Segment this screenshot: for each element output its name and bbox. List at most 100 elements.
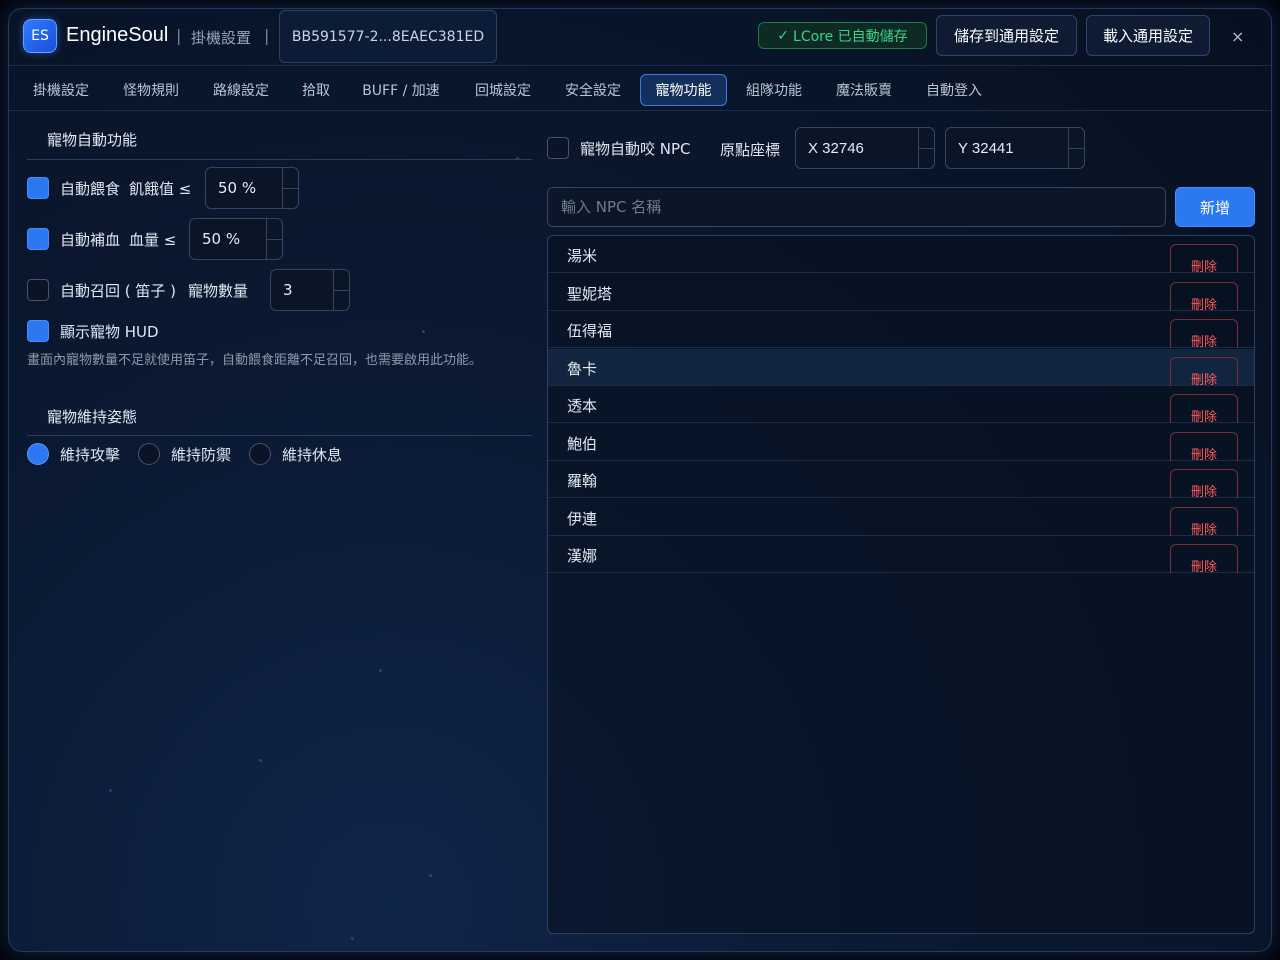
delete-npc-button[interactable]: 刪除: [1170, 244, 1238, 273]
page-title: 掛機設置: [191, 29, 252, 47]
npc-name: 伊連: [567, 510, 598, 528]
tab-pet-functions[interactable]: 寵物功能: [640, 74, 727, 106]
origin-x-value: X 32746: [808, 139, 864, 157]
stepper-arrows[interactable]: [266, 219, 282, 259]
delete-npc-button[interactable]: 刪除: [1170, 319, 1238, 348]
check-icon: ✓: [777, 27, 790, 44]
tab-safety[interactable]: 安全設定: [553, 74, 633, 106]
auto-recall-checkbox[interactable]: [27, 279, 49, 301]
autosave-status-text: LCore 已自動儲存: [793, 28, 908, 45]
npc-list-item-highlighted[interactable]: 魯卡 刪除: [548, 349, 1254, 386]
npc-list-item[interactable]: 漢娜 刪除: [548, 536, 1254, 573]
stepper-arrows[interactable]: [333, 270, 349, 310]
auto-heal-row: 自動補血 血量 ≤: [27, 228, 176, 250]
auto-feed-checkbox[interactable]: [27, 177, 49, 199]
background-star: [422, 330, 425, 333]
auto-feed-row: 自動餵食 飢餓值 ≤: [27, 177, 191, 199]
tab-magic-vendor[interactable]: 魔法販賣: [824, 74, 904, 106]
background-star: [379, 669, 382, 672]
load-global-settings-button[interactable]: 載入通用設定: [1086, 15, 1210, 56]
hunger-condition-label: 飢餓值 ≤: [129, 179, 192, 198]
npc-name: 湯米: [567, 247, 598, 265]
pet-count-value: 3: [283, 281, 293, 299]
tab-route-settings[interactable]: 路線設定: [201, 74, 281, 106]
tab-return-town[interactable]: 回城設定: [463, 74, 543, 106]
stepper-arrows[interactable]: [1068, 128, 1084, 168]
tab-monster-rules[interactable]: 怪物規則: [111, 74, 191, 106]
pet-hud-label: 顯示寵物 HUD: [60, 322, 159, 341]
npc-name: 漢娜: [567, 547, 598, 565]
npc-name: 魯卡: [567, 360, 598, 378]
hp-threshold-value: 50 %: [202, 230, 241, 248]
autosave-status-badge: ✓ LCore 已自動儲存: [758, 22, 927, 49]
tab-buff-speed[interactable]: BUFF / 加速: [351, 74, 451, 106]
npc-list-item[interactable]: 鮑伯 刪除: [548, 424, 1254, 461]
auto-bite-npc-checkbox[interactable]: [547, 137, 569, 159]
auto-heal-label: 自動補血: [60, 230, 121, 249]
npc-list-item[interactable]: 羅翰 刪除: [548, 461, 1254, 498]
stance-attack-label: 維持攻擊: [60, 445, 121, 464]
auto-bite-npc-label: 寵物自動咬 NPC: [580, 139, 691, 158]
brand-name: EngineSoul: [66, 24, 169, 46]
stance-attack-radio[interactable]: [27, 443, 49, 465]
hunger-threshold-value: 50 %: [218, 179, 257, 197]
hunger-threshold-input[interactable]: 50 %: [205, 167, 299, 209]
stance-section-title: 寵物維持姿態: [47, 408, 138, 426]
npc-list-item[interactable]: 伊連 刪除: [548, 499, 1254, 536]
app-window: ES EngineSoul | 掛機設置 | BB591577-2...8EAE…: [8, 8, 1272, 952]
origin-y-input[interactable]: Y 32441: [945, 127, 1085, 169]
save-global-settings-button[interactable]: 儲存到通用設定: [936, 15, 1077, 56]
origin-x-input[interactable]: X 32746: [795, 127, 935, 169]
pet-count-input[interactable]: 3: [270, 269, 350, 311]
origin-coord-label: 原點座標: [720, 141, 781, 159]
auto-heal-checkbox[interactable]: [27, 228, 49, 250]
app-logo: ES: [23, 19, 57, 53]
npc-name: 透本: [567, 397, 598, 415]
pet-hud-row: 顯示寵物 HUD: [27, 320, 159, 342]
delete-npc-button[interactable]: 刪除: [1170, 394, 1238, 423]
hp-threshold-input[interactable]: 50 %: [189, 218, 283, 260]
tab-auto-login[interactable]: 自動登入: [914, 74, 994, 106]
npc-list-item[interactable]: 聖妮塔 刪除: [548, 274, 1254, 311]
npc-name: 聖妮塔: [567, 285, 613, 303]
close-icon[interactable]: ×: [1231, 27, 1244, 46]
stance-radio-group: 維持攻擊 維持防禦 維持休息: [27, 443, 342, 465]
background-star: [109, 789, 112, 792]
npc-list: 湯米 刪除 聖妮塔 刪除 伍得福 刪除 魯卡 刪除 透本 刪除 鮑伯 刪除 羅翰…: [547, 235, 1255, 934]
delete-npc-button[interactable]: 刪除: [1170, 282, 1238, 311]
auto-recall-row: 自動召回 ( 笛子 ) 寵物數量: [27, 279, 248, 301]
auto-feed-label: 自動餵食: [60, 179, 121, 198]
stance-defend-label: 維持防禦: [171, 445, 232, 464]
origin-y-value: Y 32441: [958, 139, 1014, 157]
title-bar: ES EngineSoul | 掛機設置 | BB591577-2...8EAE…: [9, 9, 1271, 65]
npc-list-item[interactable]: 透本 刪除: [548, 386, 1254, 423]
npc-list-item[interactable]: 湯米 刪除: [548, 236, 1254, 273]
delete-npc-button[interactable]: 刪除: [1170, 357, 1238, 386]
divider: |: [176, 26, 182, 45]
delete-npc-button[interactable]: 刪除: [1170, 544, 1238, 573]
auto-recall-label: 自動召回 ( 笛子 ): [60, 281, 177, 300]
npc-list-item[interactable]: 伍得福 刪除: [548, 311, 1254, 348]
npc-name-input[interactable]: [547, 187, 1166, 227]
stepper-arrows[interactable]: [918, 128, 934, 168]
delete-npc-button[interactable]: 刪除: [1170, 469, 1238, 498]
pet-auto-hint: 畫面內寵物數量不足就使用笛子，自動餵食距離不足召回，也需要啟用此功能。: [27, 353, 483, 368]
delete-npc-button[interactable]: 刪除: [1170, 432, 1238, 461]
session-id-box[interactable]: BB591577-2...8EAEC381ED: [279, 10, 497, 63]
add-npc-button[interactable]: 新增: [1175, 187, 1255, 227]
tab-idle-settings[interactable]: 掛機設定: [21, 74, 101, 106]
npc-name: 伍得福: [567, 322, 613, 340]
pet-count-label: 寵物數量: [188, 281, 249, 300]
pet-auto-section-title: 寵物自動功能: [47, 131, 138, 149]
stepper-arrows[interactable]: [282, 168, 298, 208]
tab-pickup[interactable]: 拾取: [291, 74, 341, 106]
tab-party[interactable]: 組隊功能: [734, 74, 814, 106]
hp-condition-label: 血量 ≤: [129, 230, 177, 249]
stance-rest-radio[interactable]: [249, 443, 272, 465]
stance-rest-label: 維持休息: [282, 445, 343, 464]
delete-npc-button[interactable]: 刪除: [1170, 507, 1238, 536]
background-star: [429, 874, 432, 877]
pet-hud-checkbox[interactable]: [27, 320, 49, 342]
stance-defend-radio[interactable]: [138, 443, 161, 465]
npc-name: 羅翰: [567, 472, 598, 490]
